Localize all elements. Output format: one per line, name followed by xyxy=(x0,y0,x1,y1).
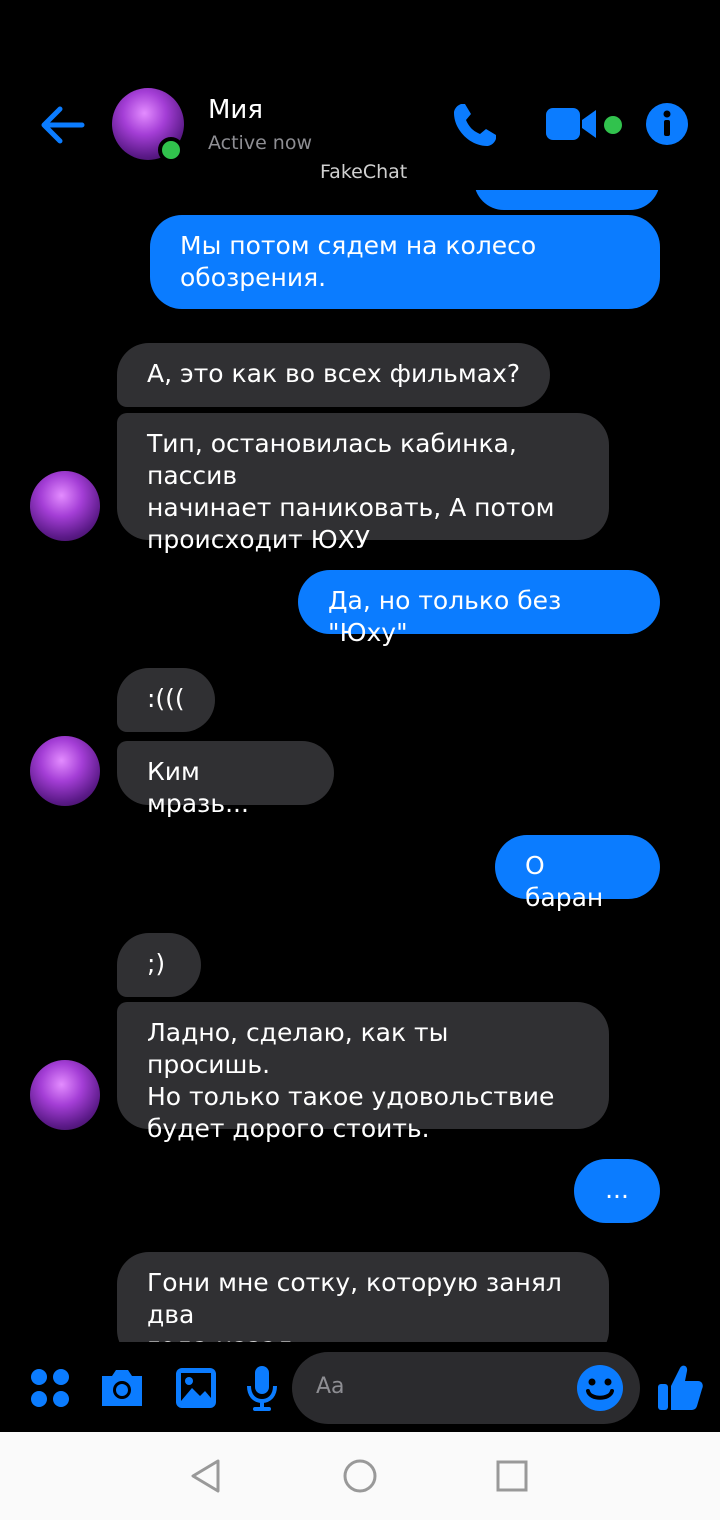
gallery-icon[interactable] xyxy=(174,1366,218,1414)
message-bubble-incoming[interactable]: Гони мне сотку, которую занял два года н… xyxy=(117,1252,609,1342)
message-bubble-incoming[interactable]: Тип, остановилась кабинка, пассив начина… xyxy=(117,413,609,554)
camera-icon[interactable] xyxy=(98,1366,146,1412)
contact-avatar[interactable] xyxy=(30,736,100,806)
message-composer: Aa xyxy=(0,1342,720,1432)
microphone-icon[interactable] xyxy=(246,1364,278,1416)
emoji-icon[interactable] xyxy=(576,1364,624,1416)
message-bubble-outgoing[interactable]: О баран xyxy=(495,835,660,912)
nav-recents-icon[interactable] xyxy=(496,1460,528,1496)
message-bubble-incoming[interactable]: А, это как во всех фильмах? xyxy=(117,343,551,407)
message-bubble-outgoing[interactable]: ... xyxy=(574,1159,660,1223)
message-bubble-incoming[interactable]: ;) xyxy=(117,933,201,997)
nav-back-icon[interactable] xyxy=(188,1458,224,1498)
phone-icon[interactable] xyxy=(450,100,500,154)
video-active-dot xyxy=(604,116,622,134)
contact-status: Active now xyxy=(208,132,313,154)
message-list[interactable]: Мы потом сядем на колесо обозрения. А, э… xyxy=(0,0,720,1342)
back-arrow-icon[interactable] xyxy=(38,100,88,150)
message-bubble-incoming[interactable]: :((( xyxy=(117,668,215,732)
message-bubble-outgoing[interactable]: Да, но только без "Юху" xyxy=(298,570,660,647)
system-navigation-bar xyxy=(0,1432,720,1520)
message-bubble-incoming[interactable]: Ким мразь... xyxy=(117,741,334,818)
online-status-dot xyxy=(158,137,184,163)
info-icon[interactable] xyxy=(645,102,689,150)
message-input-placeholder: Aa xyxy=(316,1374,345,1399)
contact-avatar[interactable] xyxy=(30,1060,100,1130)
contact-avatar[interactable] xyxy=(30,471,100,541)
message-bubble-incoming[interactable]: Ладно, сделаю, как ты просишь. Но только… xyxy=(117,1002,609,1143)
message-bubble-outgoing[interactable]: Мы потом сядем на колесо обозрения. xyxy=(150,215,660,309)
message-input[interactable]: Aa xyxy=(292,1352,640,1424)
nav-home-icon[interactable] xyxy=(342,1458,378,1498)
like-thumb-icon[interactable] xyxy=(656,1362,704,1416)
chat-header: Мия Active now FakeChat xyxy=(0,0,720,190)
more-actions-icon[interactable] xyxy=(30,1368,70,1412)
app-watermark: FakeChat xyxy=(320,161,408,183)
video-call-icon[interactable] xyxy=(544,104,600,148)
contact-name[interactable]: Мия xyxy=(208,95,263,125)
